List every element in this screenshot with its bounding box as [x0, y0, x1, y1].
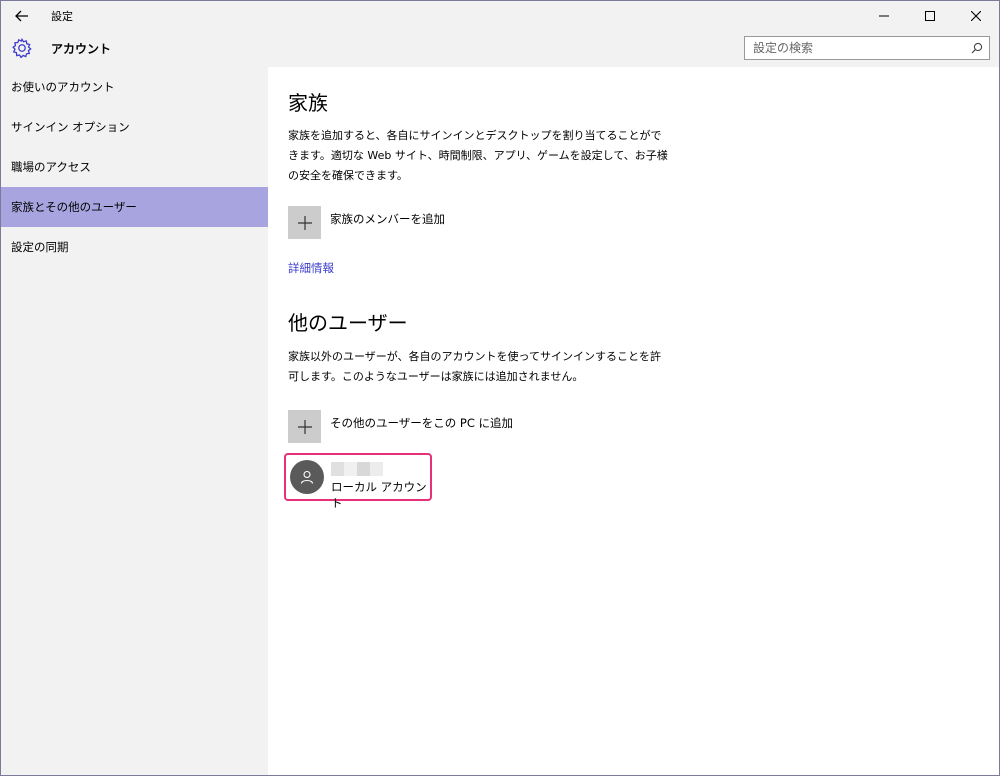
add-tile	[288, 410, 321, 443]
sidebar-item-sync-settings[interactable]: 設定の同期	[1, 227, 268, 267]
back-arrow-icon	[15, 10, 28, 21]
close-icon	[971, 10, 981, 21]
family-section-title: 家族	[288, 91, 328, 115]
sidebar-item-sign-in-options[interactable]: サインイン オプション	[1, 107, 268, 147]
settings-window: 設定 アカウント 設定の検索 お使いのアカウント サインイン オプション 職場の…	[0, 0, 1000, 776]
page-title: アカウント	[51, 42, 112, 56]
maximize-button[interactable]	[907, 1, 953, 30]
window-controls	[861, 1, 999, 30]
plus-icon	[297, 419, 312, 434]
other-users-description: 家族以外のユーザーが、各自のアカウントを使ってサインインすることを許可します。こ…	[288, 350, 662, 383]
sidebar-item-label: 職場のアクセス	[11, 160, 91, 174]
add-tile	[288, 206, 321, 239]
family-description: 家族を追加すると、各自にサインインとデスクトップを割り当てることができます。適切…	[288, 129, 668, 182]
back-button[interactable]	[1, 1, 43, 30]
sidebar-item-family-other-users[interactable]: 家族とその他のユーザー	[1, 187, 268, 227]
search-icon[interactable]	[971, 42, 983, 54]
sidebar: お使いのアカウント サインイン オプション 職場のアクセス 家族とその他のユーザ…	[1, 67, 268, 775]
local-user-item[interactable]: ローカル アカウント	[284, 453, 432, 510]
more-info-link[interactable]: 詳細情報	[288, 260, 334, 276]
sidebar-item-your-account[interactable]: お使いのアカウント	[1, 67, 268, 107]
sidebar-item-work-access[interactable]: 職場のアクセス	[1, 147, 268, 187]
title-bar: 設定	[1, 1, 999, 30]
page-header: アカウント	[1, 30, 999, 67]
redacted-user-name	[331, 462, 383, 476]
close-button[interactable]	[953, 1, 999, 30]
minimize-icon	[879, 15, 889, 16]
minimize-button[interactable]	[861, 1, 907, 30]
plus-icon	[297, 215, 312, 230]
gear-icon	[12, 37, 32, 59]
add-family-member-button[interactable]: 家族のメンバーを追加	[288, 206, 445, 239]
avatar	[290, 460, 324, 494]
sidebar-item-label: お使いのアカウント	[11, 80, 115, 94]
sidebar-item-label: 家族とその他のユーザー	[11, 200, 137, 214]
window-title: 設定	[51, 9, 73, 23]
person-icon	[300, 470, 314, 484]
maximize-icon	[925, 10, 935, 21]
add-other-user-button[interactable]: その他のユーザーをこの PC に追加	[288, 410, 513, 443]
account-type-label: ローカル アカウント	[331, 480, 427, 510]
other-users-section-title: 他のユーザー	[288, 311, 408, 335]
add-family-member-label: 家族のメンバーを追加	[330, 212, 445, 226]
search-input[interactable]	[745, 41, 955, 55]
search-box[interactable]	[744, 36, 990, 60]
sidebar-item-label: 設定の同期	[11, 240, 69, 254]
main-content: 家族 家族を追加すると、各自にサインインとデスクトップを割り当てることができます…	[268, 67, 999, 775]
add-other-user-label: その他のユーザーをこの PC に追加	[330, 416, 514, 430]
sidebar-item-label: サインイン オプション	[11, 120, 130, 134]
